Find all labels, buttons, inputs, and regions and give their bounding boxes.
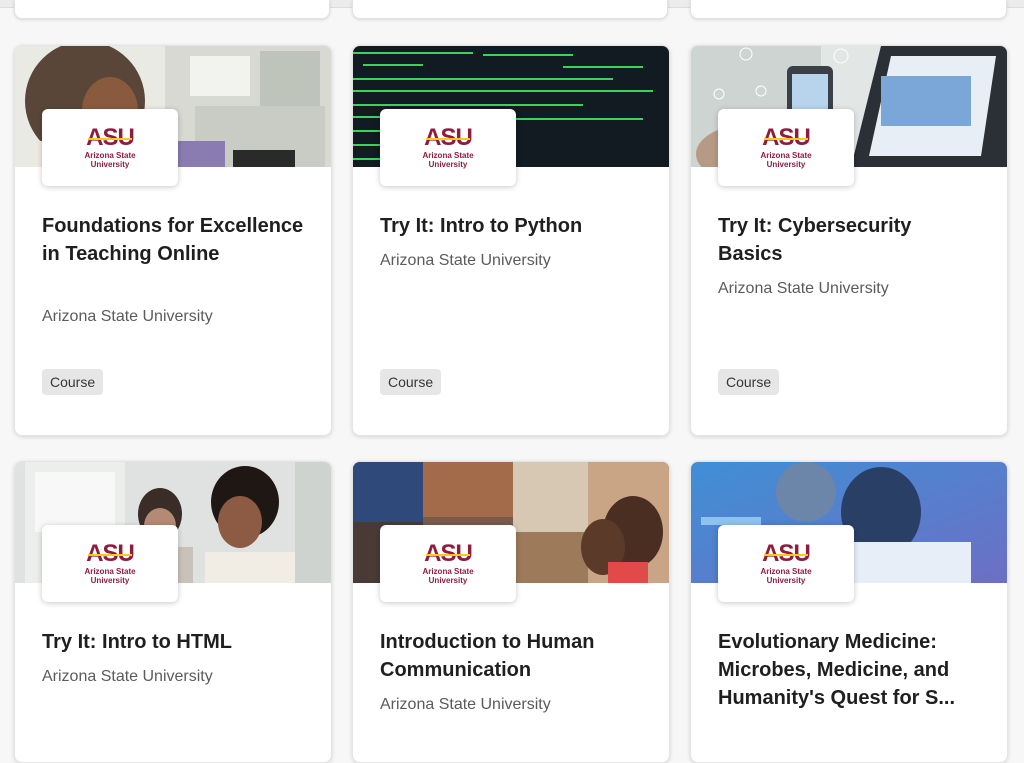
asu-name-2: University	[90, 159, 130, 169]
asu-mark: ASU	[86, 539, 135, 567]
asu-name-1: Arizona State	[422, 150, 474, 160]
card-stub-above-3[interactable]	[690, 0, 1007, 19]
product-type-badge: Course	[42, 369, 104, 395]
course-title[interactable]: Try It: Intro to HTML	[42, 628, 304, 656]
partner-logo: ASU Arizona State University	[42, 525, 178, 602]
asu-name-1: Arizona State	[760, 150, 812, 160]
course-title[interactable]: Introduction to Human Communication	[380, 628, 642, 684]
partner-name: Arizona State University	[380, 696, 551, 713]
asu-name-2: University	[90, 575, 130, 585]
card-stub-above-2[interactable]	[352, 0, 668, 19]
course-title[interactable]: Try It: Cybersecurity Basics	[718, 212, 980, 268]
asu-name-1: Arizona State	[760, 566, 812, 576]
asu-name-1: Arizona State	[84, 566, 136, 576]
asu-mark: ASU	[86, 123, 135, 151]
course-card-human-communication[interactable]: ASU Arizona State University Introduction…	[352, 461, 670, 763]
asu-mark: ASU	[762, 123, 811, 151]
course-card-intro-python[interactable]: ASU Arizona State University Try It: Intr…	[352, 45, 670, 436]
asu-name-1: Arizona State	[422, 566, 474, 576]
asu-name-2: University	[428, 159, 468, 169]
partner-logo: ASU Arizona State University	[718, 525, 854, 602]
course-title[interactable]: Evolutionary Medicine: Microbes, Medicin…	[718, 628, 980, 712]
product-type-badge: Course	[718, 369, 780, 395]
partner-logo: ASU Arizona State University	[380, 525, 516, 602]
asu-name-1: Arizona State	[84, 150, 136, 160]
course-card-intro-html[interactable]: ASU Arizona State University Try It: Intr…	[14, 461, 332, 763]
partner-name: Arizona State University	[380, 252, 551, 269]
course-card-teaching-online[interactable]: ASU Arizona State University Foundations …	[14, 45, 332, 436]
course-card-cybersecurity[interactable]: ASU Arizona State University Try It: Cybe…	[690, 45, 1008, 436]
card-stub-above-1[interactable]	[14, 0, 330, 19]
asu-name-2: University	[428, 575, 468, 585]
product-type-badge: Course	[380, 369, 442, 395]
course-title[interactable]: Try It: Intro to Python	[380, 212, 642, 240]
asu-mark: ASU	[424, 539, 473, 567]
asu-name-2: University	[766, 575, 806, 585]
asu-mark: ASU	[424, 123, 473, 151]
course-title[interactable]: Foundations for Excellence in Teaching O…	[42, 212, 304, 268]
partner-logo: ASU Arizona State University	[718, 109, 854, 186]
partner-name: Arizona State University	[42, 668, 213, 685]
course-card-evolutionary-medicine[interactable]: ASU Arizona State University Evolutionary…	[690, 461, 1008, 763]
partner-logo: ASU Arizona State University	[42, 109, 178, 186]
partner-logo: ASU Arizona State University	[380, 109, 516, 186]
partner-name: Arizona State University	[718, 280, 889, 297]
partner-name: Arizona State University	[42, 308, 213, 325]
asu-mark: ASU	[762, 539, 811, 567]
asu-name-2: University	[766, 159, 806, 169]
